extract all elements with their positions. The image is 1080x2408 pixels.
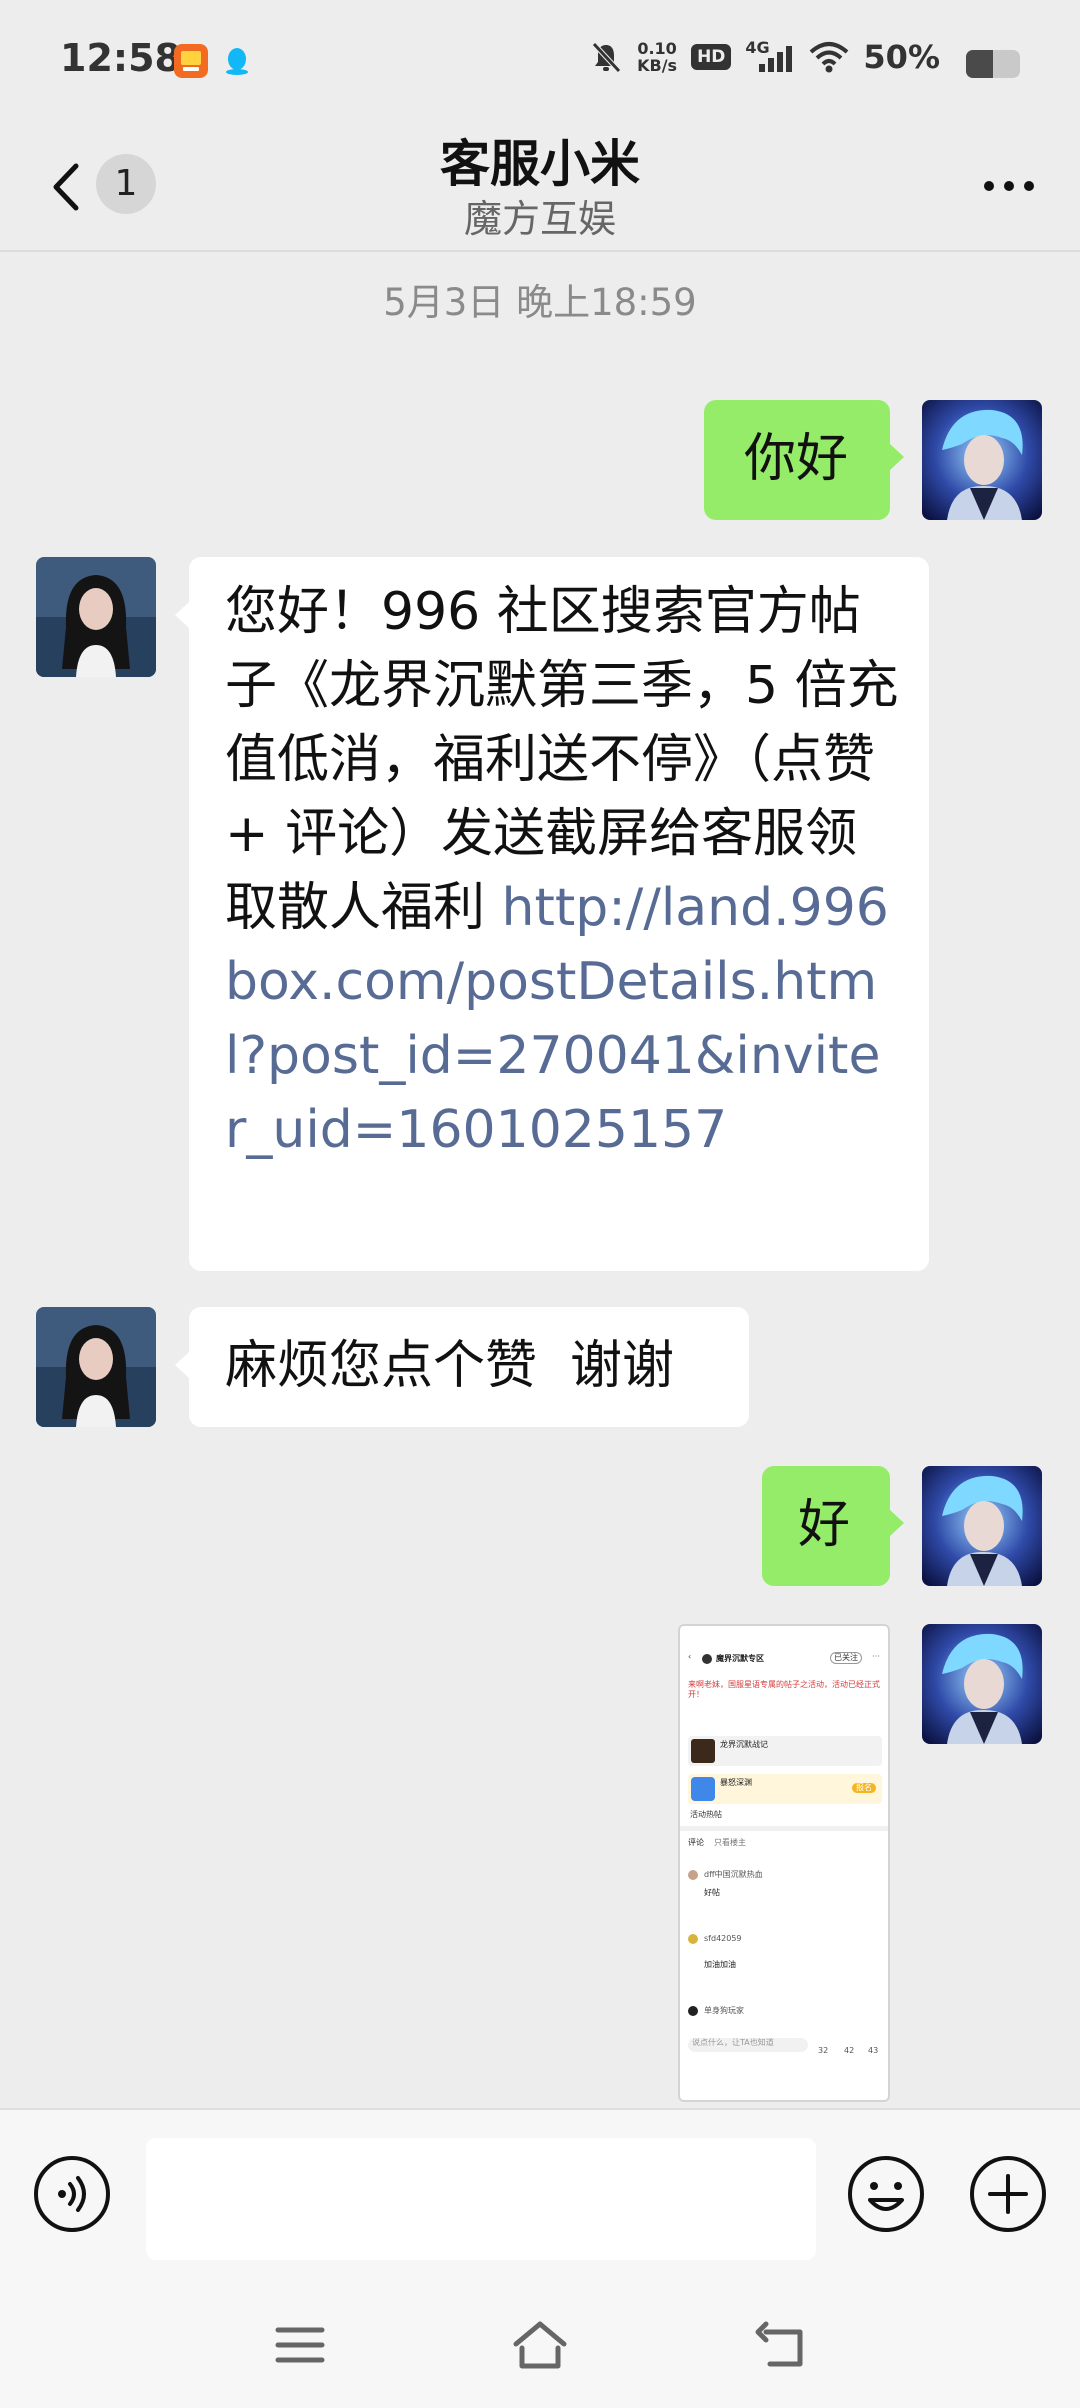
add-more-icon[interactable] — [968, 2154, 1048, 2234]
agent-avatar[interactable] — [36, 557, 156, 677]
shot-comment-text: 加油加油 — [704, 1960, 736, 1969]
my-message-bubble[interactable]: 你好 — [704, 400, 890, 520]
shot-more-icon: ··· — [872, 1652, 880, 1661]
status-bar: 12:58 0.10 KB/s HD 4G 50% — [0, 0, 1080, 124]
agent-avatar[interactable] — [36, 1307, 156, 1427]
shot-commenter-avatar — [688, 2006, 698, 2016]
message-text: 好 — [798, 1495, 851, 1555]
shot-reply-box: 说点什么，让TA也知道 — [688, 2038, 808, 2052]
mute-icon — [592, 42, 621, 73]
battery-percent: 50% — [863, 38, 940, 76]
chat-header: 1 客服小米 魔方互娱 — [0, 124, 1080, 252]
qq-icon — [226, 48, 248, 75]
shot-commenter-avatar — [688, 1934, 698, 1944]
battery-fill — [966, 50, 993, 78]
my-message-bubble[interactable]: 好 — [762, 1466, 890, 1586]
message-text: 你好 — [744, 429, 849, 489]
bubble-tail — [175, 1352, 189, 1378]
shot-hot-label: 活动热帖 — [690, 1810, 722, 1819]
emoji-icon[interactable] — [846, 2154, 926, 2234]
menu-icon[interactable] — [270, 2318, 330, 2372]
system-nav-bar — [0, 2278, 1080, 2408]
agent-message-bubble[interactable]: 您好！996 社区搜索官方帖子《龙界沉默第三季，5 倍充值低消，福利送不停》（点… — [189, 557, 929, 1271]
shot-title: 魔界沉默专区 — [716, 1654, 764, 1663]
shot-commenter-name: sfd42059 — [704, 1934, 742, 1943]
more-options-icon[interactable] — [974, 154, 1044, 214]
shot-game-card: 龙界沉默战记 — [688, 1736, 882, 1766]
shot-commenter-name: dff中国沉默热血 — [704, 1870, 763, 1879]
status-icons: 0.10 KB/s HD 4G 50% — [589, 38, 940, 76]
shot-comment-count: 42 — [844, 2046, 855, 2055]
message-input-bar — [0, 2108, 1080, 2278]
screenshot-image-message[interactable]: ‹ 魔界沉默专区 已关注 ··· 来啊老妹，国服星语专属的帖子之活动，活动已经正… — [678, 1624, 890, 2102]
my-avatar[interactable] — [922, 1624, 1042, 1744]
bubble-tail — [890, 444, 904, 470]
shot-share-count: 43 — [868, 2046, 879, 2055]
agent-message-bubble[interactable]: 麻烦您点个赞 谢谢 — [189, 1307, 749, 1427]
shot-comments-tab: 评论 — [688, 1838, 704, 1847]
home-icon[interactable] — [510, 2318, 570, 2372]
chat-subtitle: 魔方互娱 — [463, 197, 616, 241]
shot-commenter-avatar — [688, 1870, 698, 1880]
bubble-tail — [175, 602, 189, 628]
chat-title: 客服小米 — [440, 135, 640, 193]
shot-comment-text: 好帖 — [704, 1888, 720, 1897]
bubble-tail — [890, 1510, 904, 1536]
shot-section-icon — [691, 1777, 715, 1801]
shot-commenter-name: 单身狗玩家 — [704, 2006, 744, 2015]
chat-screen: 12:58 0.10 KB/s HD 4G 50% 1 客服小米 魔方互娱 5月… — [0, 0, 1080, 2408]
wifi-icon — [810, 42, 849, 73]
shot-game-name: 龙界沉默战记 — [720, 1740, 768, 1749]
shot-back-icon: ‹ — [688, 1652, 692, 1661]
shot-game-icon — [691, 1739, 715, 1763]
signal-icon: 4G — [745, 38, 795, 74]
message-input[interactable] — [146, 2138, 816, 2260]
message-timestamp: 5月3日 晚上18:59 — [383, 281, 697, 324]
app-notification-icon — [174, 44, 208, 78]
shot-avatar — [702, 1654, 712, 1664]
my-avatar[interactable] — [922, 400, 1042, 520]
net-speed: 0.10 KB/s — [637, 40, 677, 74]
net-speed-value: 0.10 — [637, 39, 677, 58]
shot-follow-button: 已关注 — [830, 1652, 862, 1664]
battery-icon — [966, 50, 1020, 78]
status-time: 12:58 — [60, 36, 181, 80]
shot-section-name: 暴怒深渊 — [720, 1778, 752, 1787]
net-speed-unit: KB/s — [637, 56, 678, 75]
shot-join-button: 报名 — [852, 1783, 876, 1793]
shot-notice: 来啊老妹，国服星语专属的帖子之活动，活动已经正式开！ — [688, 1680, 880, 1699]
shot-like-count: 32 — [818, 2046, 829, 2055]
voice-input-icon[interactable] — [32, 2154, 112, 2234]
shot-all-tab: 只看楼主 — [714, 1838, 746, 1847]
my-avatar[interactable] — [922, 1466, 1042, 1586]
hd-icon: HD — [691, 44, 732, 70]
shot-divider — [680, 1826, 888, 1831]
back-nav-icon[interactable] — [752, 2318, 812, 2372]
message-text: 麻烦您点个赞 谢谢 — [225, 1336, 675, 1396]
shot-section-card: 暴怒深渊 报名 — [688, 1774, 882, 1804]
